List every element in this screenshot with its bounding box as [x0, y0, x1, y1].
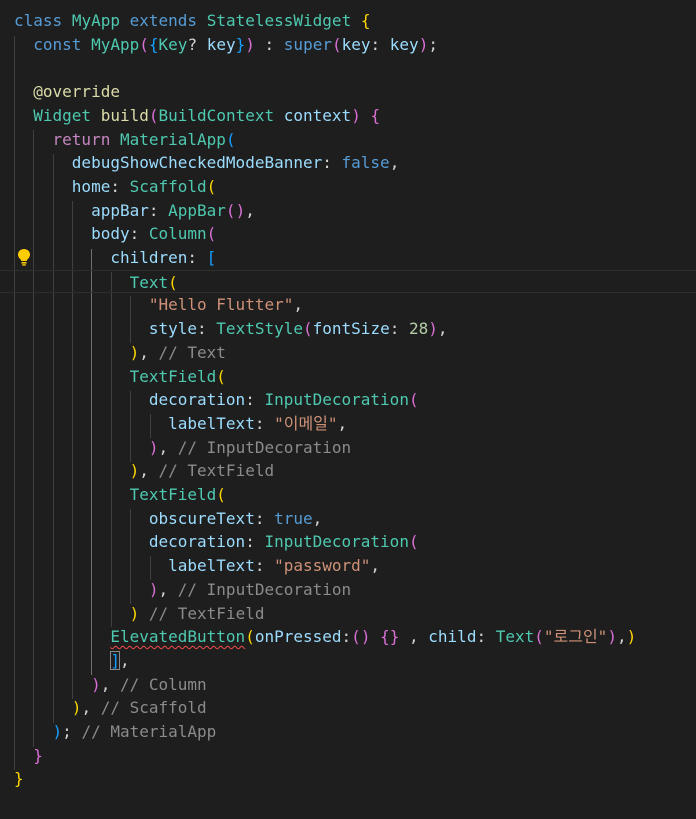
- code-line[interactable]: appBar: AppBar(),: [14, 199, 255, 223]
- code-line[interactable]: ), // Text: [14, 341, 226, 365]
- code-line[interactable]: Text(: [0, 269, 696, 294]
- code-line[interactable]: obscureText: true,: [14, 507, 322, 531]
- code-line[interactable]: const MyApp({Key? key}) : super(key: key…: [14, 33, 438, 57]
- code-line[interactable]: ), // Column: [14, 673, 207, 697]
- code-line[interactable]: children: [: [14, 246, 216, 270]
- code-line[interactable]: decoration: InputDecoration(: [14, 388, 419, 412]
- code-line[interactable]: Widget build(BuildContext context) {: [14, 104, 380, 128]
- lightbulb-icon[interactable]: [16, 248, 32, 266]
- code-line[interactable]: return MaterialApp(: [14, 128, 236, 152]
- code-line[interactable]: labelText: "password",: [14, 554, 380, 578]
- code-line[interactable]: labelText: "이메일",: [14, 412, 347, 436]
- code-line[interactable]: ); // MaterialApp: [14, 720, 217, 744]
- code-line[interactable]: ), // InputDecoration: [14, 436, 351, 460]
- code-line[interactable]: body: Column(: [14, 222, 216, 246]
- code-line[interactable]: ), // InputDecoration: [14, 578, 351, 602]
- code-line[interactable]: ), // TextField: [14, 459, 275, 483]
- code-editor[interactable]: class MyApp extends StatelessWidget { co…: [0, 0, 696, 819]
- code-line[interactable]: style: TextStyle(fontSize: 28),: [14, 317, 448, 341]
- code-line[interactable]: ],: [14, 649, 130, 673]
- code-line[interactable]: }: [14, 767, 24, 791]
- code-line[interactable]: debugShowCheckedModeBanner: false,: [14, 151, 400, 175]
- code-line[interactable]: ) // TextField: [14, 602, 265, 626]
- code-line[interactable]: ElevatedButton(onPressed:() {} , child: …: [14, 625, 636, 649]
- code-line[interactable]: TextField(: [14, 365, 226, 389]
- code-line[interactable]: TextField(: [14, 483, 226, 507]
- code-line[interactable]: home: Scaffold(: [14, 175, 217, 199]
- code-line[interactable]: }: [14, 744, 43, 768]
- code-line[interactable]: "Hello Flutter",: [14, 293, 303, 317]
- code-line[interactable]: class MyApp extends StatelessWidget {: [14, 9, 370, 33]
- code-line[interactable]: ), // Scaffold: [14, 696, 207, 720]
- code-line[interactable]: decoration: InputDecoration(: [14, 530, 419, 554]
- code-line[interactable]: @override: [14, 80, 120, 104]
